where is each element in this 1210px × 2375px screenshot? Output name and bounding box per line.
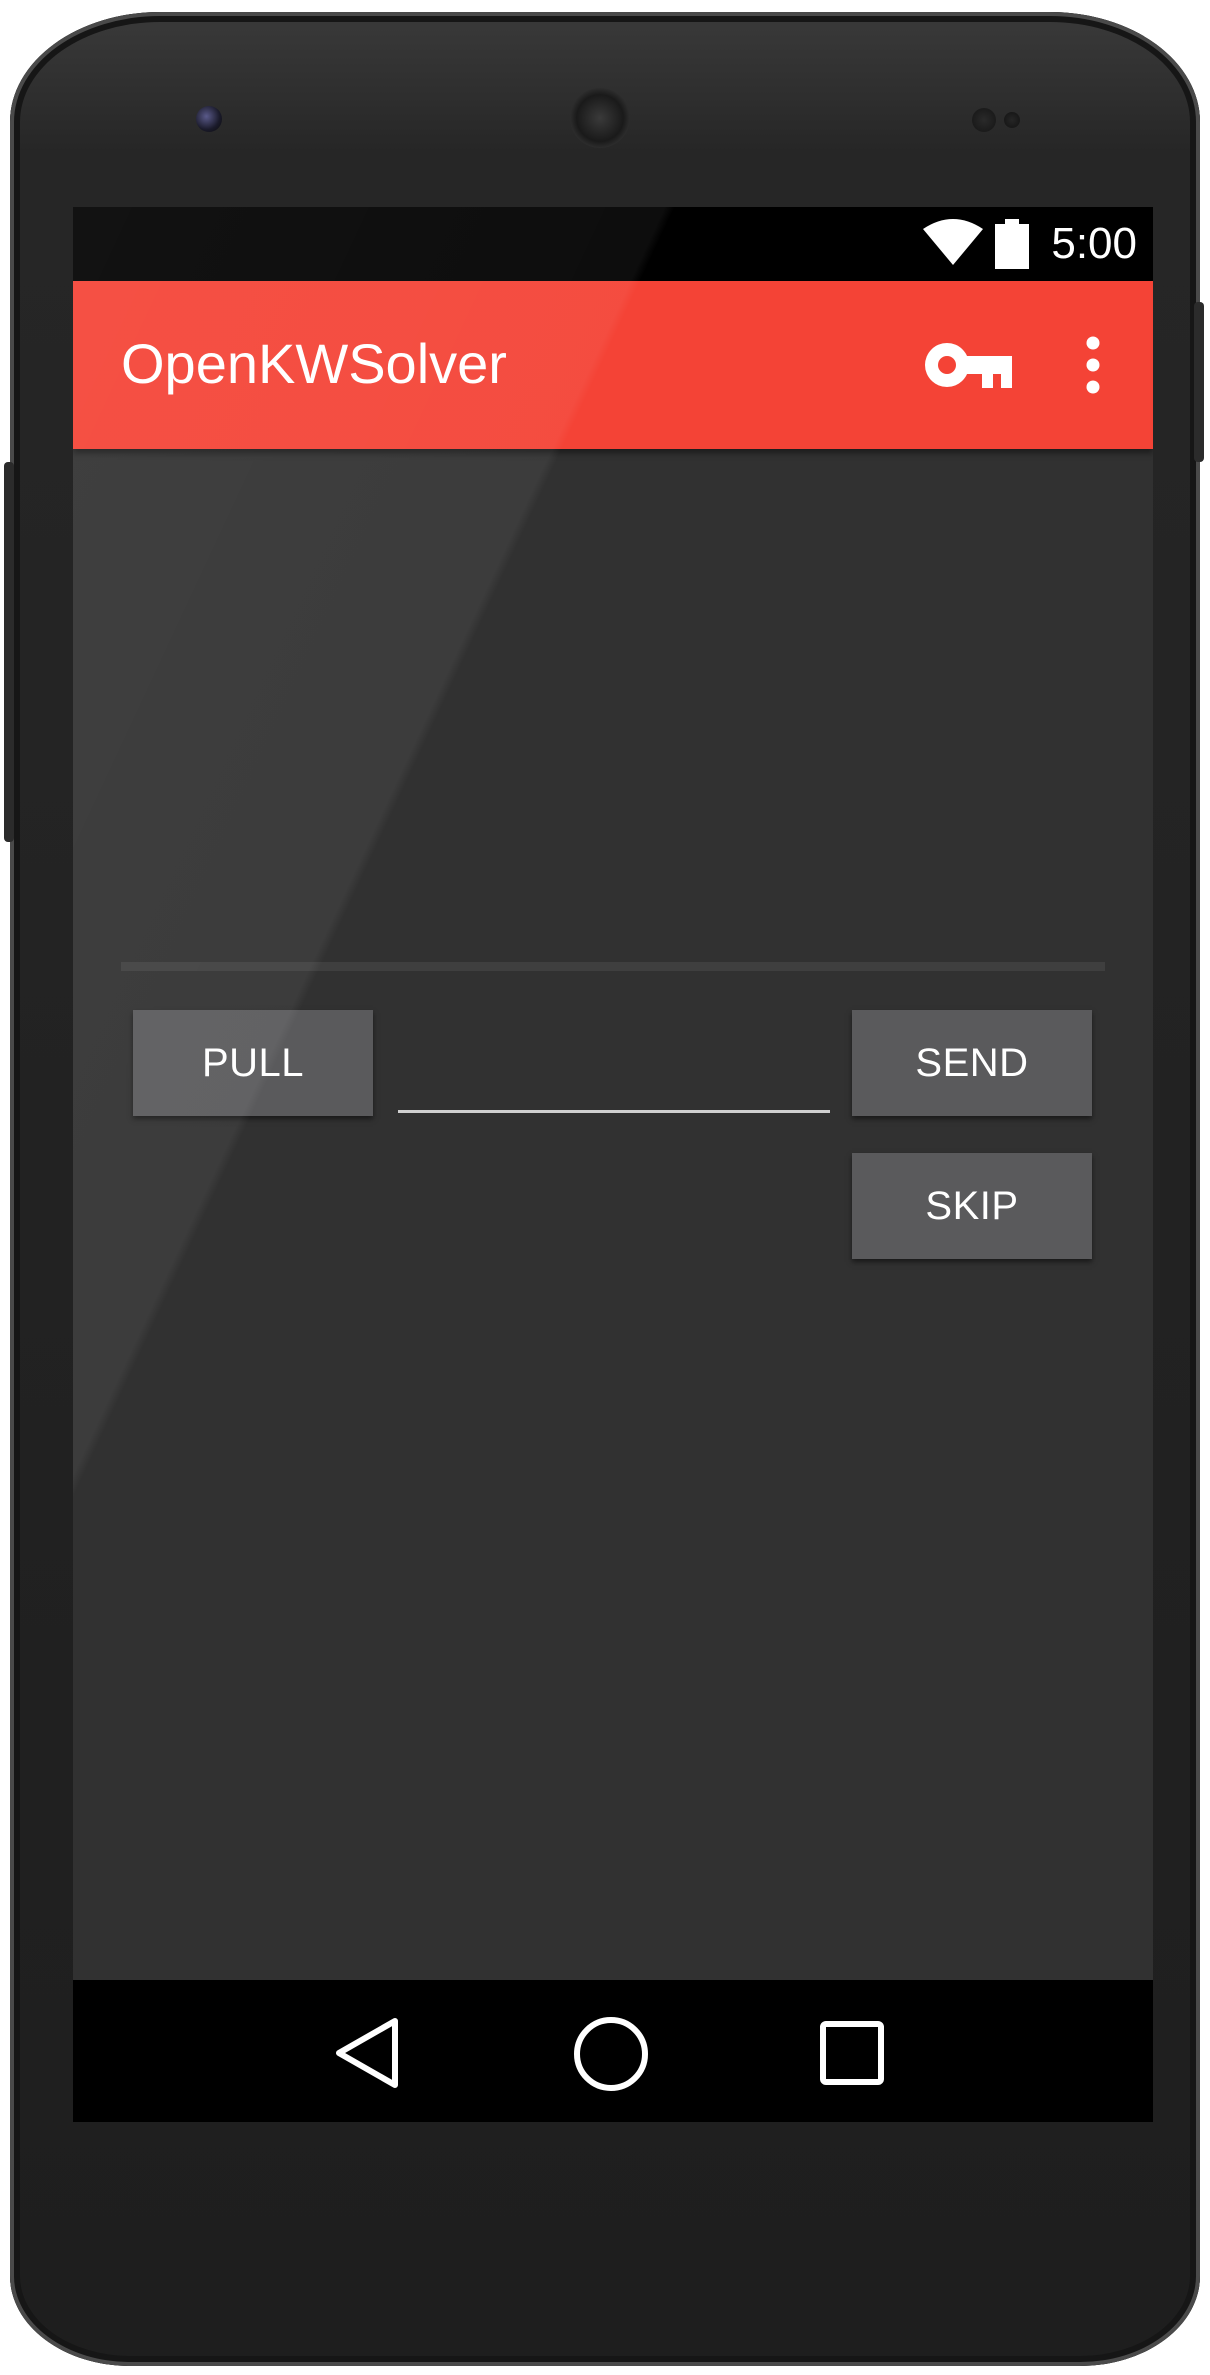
progress-bar	[121, 962, 1105, 971]
key-icon	[925, 343, 1012, 388]
front-camera	[972, 108, 996, 132]
more-vert-icon	[1086, 336, 1100, 394]
phone-frame: 5:00 OpenKWSolver PULL SEND SKIP	[4, 12, 1204, 2366]
status-time: 5:00	[1051, 219, 1137, 268]
back-icon[interactable]	[333, 2016, 403, 2090]
light-sensor	[1004, 112, 1020, 128]
recents-icon[interactable]	[819, 2020, 885, 2086]
home-icon[interactable]	[573, 2016, 649, 2092]
volume-button	[4, 462, 14, 842]
overflow-menu-button[interactable]	[1073, 329, 1113, 401]
app-bar: OpenKWSolver	[73, 281, 1153, 449]
navigation-bar	[73, 1980, 1153, 2122]
send-button[interactable]: SEND	[852, 1010, 1092, 1116]
earpiece-speaker	[570, 88, 630, 148]
skip-button[interactable]: SKIP	[852, 1153, 1092, 1259]
status-bar: 5:00	[73, 207, 1153, 281]
front-sensor	[196, 106, 222, 132]
power-button	[1194, 302, 1204, 462]
screen: 5:00 OpenKWSolver PULL SEND SKIP	[73, 207, 1153, 2122]
battery-icon	[995, 219, 1029, 269]
wifi-icon	[923, 219, 983, 265]
pull-button[interactable]: PULL	[133, 1010, 373, 1116]
key-button[interactable]	[922, 335, 1012, 395]
app-title: OpenKWSolver	[121, 332, 507, 395]
answer-input[interactable]	[398, 1017, 830, 1113]
